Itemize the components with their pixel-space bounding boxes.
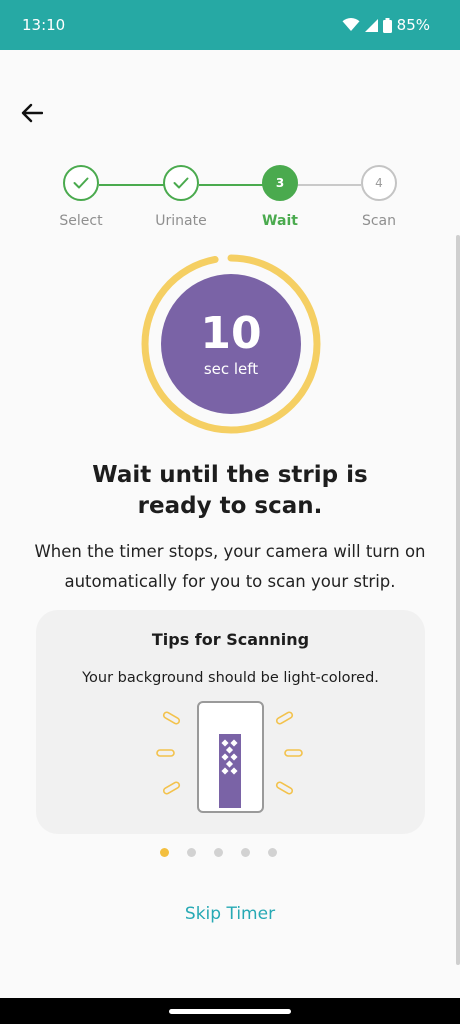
check-icon xyxy=(163,165,199,201)
carousel-pagination xyxy=(160,848,277,857)
check-icon xyxy=(63,165,99,201)
battery-icon xyxy=(382,17,392,33)
page-dot[interactable] xyxy=(214,848,223,857)
test-strip-illustration xyxy=(156,701,303,813)
timer-value: 10 xyxy=(200,308,262,359)
page-title: Wait until the strip is ready to scan. xyxy=(40,460,420,522)
scrollbar[interactable] xyxy=(456,235,460,965)
instruction-text: When the timer stops, your camera will t… xyxy=(20,537,440,597)
step-label: Select xyxy=(59,213,103,229)
cell-signal-icon xyxy=(364,18,378,32)
status-bar: 13:10 85% xyxy=(0,0,460,50)
instruction-line: automatically for you to scan your strip… xyxy=(64,572,396,591)
status-time: 13:10 xyxy=(22,16,66,34)
page-dot[interactable] xyxy=(268,848,277,857)
skip-timer-button[interactable]: Skip Timer xyxy=(0,904,460,924)
step-label: Wait xyxy=(262,213,298,229)
wifi-icon xyxy=(342,18,360,32)
status-icons: 85% xyxy=(342,16,430,34)
step-wait: 3 Wait xyxy=(240,165,320,229)
home-gesture-pill[interactable] xyxy=(169,1009,291,1014)
tips-title: Tips for Scanning xyxy=(151,630,310,649)
tips-carousel-card[interactable]: Tips for Scanning Your background should… xyxy=(36,610,425,834)
instruction-line: When the timer stops, your camera will t… xyxy=(34,542,426,561)
title-line: Wait until the strip is xyxy=(92,462,368,488)
step-urinate: Urinate xyxy=(141,165,221,229)
step-scan: 4 Scan xyxy=(339,165,419,229)
progress-stepper: Select Urinate 3 Wait 4 Scan xyxy=(0,165,460,235)
page-dot[interactable] xyxy=(160,848,169,857)
battery-percent: 85% xyxy=(396,16,430,34)
timer-face: 10 sec left xyxy=(161,274,301,414)
step-select: Select xyxy=(41,165,121,229)
back-button[interactable] xyxy=(18,99,46,127)
countdown-timer: 10 sec left xyxy=(140,253,322,435)
tips-text: Your background should be light-colored. xyxy=(82,670,379,686)
timer-unit: sec left xyxy=(203,360,259,378)
step-label: Urinate xyxy=(155,213,207,229)
step-number: 4 xyxy=(361,165,397,201)
step-number: 3 xyxy=(262,165,298,201)
page-dot[interactable] xyxy=(241,848,250,857)
arrow-left-icon xyxy=(21,103,43,123)
page-dot[interactable] xyxy=(187,848,196,857)
step-label: Scan xyxy=(361,213,397,229)
title-line: ready to scan. xyxy=(137,493,323,519)
